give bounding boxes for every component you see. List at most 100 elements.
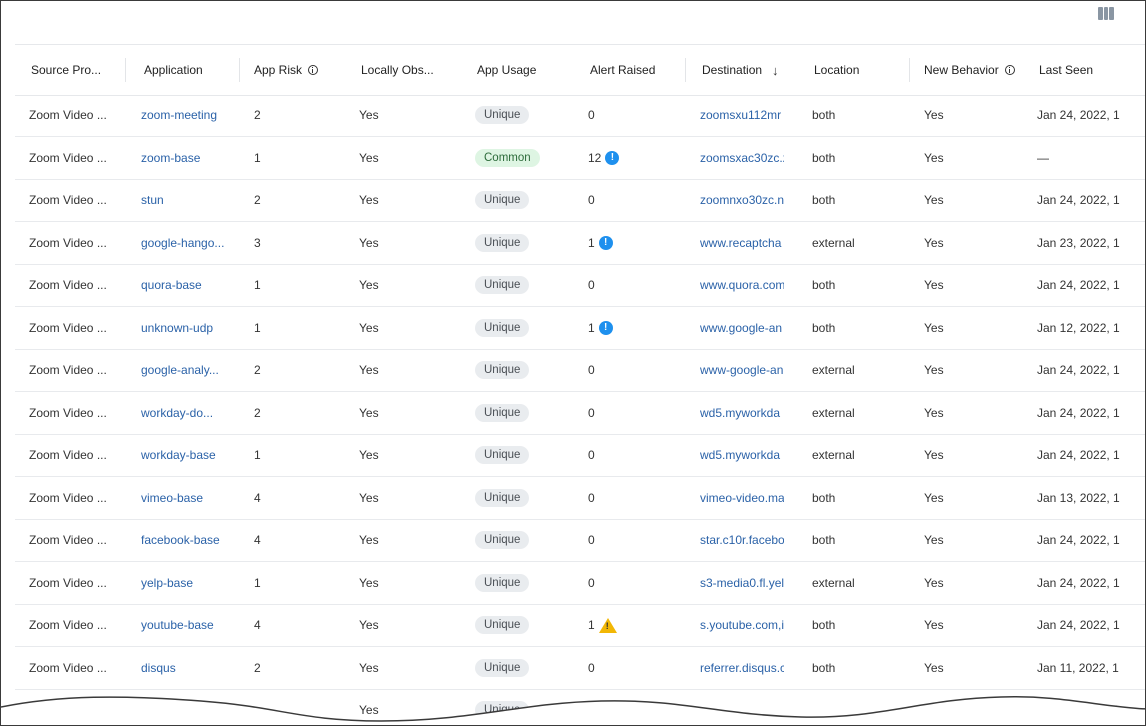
last-seen-cell: Jan 24, 2022, 1 — [1037, 405, 1120, 420]
usage-badge: Unique — [475, 191, 530, 209]
columns-icon[interactable] — [1098, 7, 1115, 20]
destination-link[interactable]: www.recaptcha — [700, 222, 784, 264]
source-process-cell: Zoom Video ... — [29, 108, 107, 122]
application-link[interactable]: stun — [141, 179, 231, 221]
destination-link[interactable]: www-google-an — [700, 349, 784, 391]
table-row[interactable]: Zoom Video ... youtube-base 4 Yes Unique 1 s.y… — [15, 604, 1145, 647]
alert-raised-cell: 0 — [588, 405, 595, 420]
destination-link[interactable]: zoomnxo30zc.n — [700, 179, 784, 221]
table-row[interactable]: Zoom Video ... vimeo-base 4 Yes Unique 0 vimeo… — [15, 477, 1145, 520]
destination-link[interactable]: www.quora.com — [700, 264, 784, 306]
app-risk-cell: 4 — [254, 490, 261, 505]
table-row[interactable]: Zoom Video ... workday-do... 2 Yes Unique 0 wd… — [15, 392, 1145, 435]
header-last-seen[interactable]: Last Seen — [1039, 45, 1093, 95]
exclamation-circle-icon[interactable]: ! — [605, 150, 620, 165]
location-cell: external — [812, 363, 855, 377]
header-app-usage[interactable]: App Usage — [477, 45, 536, 95]
new-behavior-cell: Yes — [924, 278, 944, 292]
location-cell: external — [812, 235, 855, 250]
app-usage-cell: Unique — [475, 349, 565, 391]
locally-observed-cell: Yes — [359, 278, 379, 292]
application-link[interactable]: google-hango... — [141, 222, 231, 264]
exclamation-circle-icon[interactable]: ! — [598, 320, 613, 335]
application-link[interactable]: workday-do... — [141, 392, 231, 434]
destination-link[interactable]: www.google-an — [700, 307, 784, 349]
application-link[interactable]: disqus — [141, 647, 231, 689]
table-row[interactable]: Zoom Video ... workday-base 1 Yes Unique 0 wd5… — [15, 434, 1145, 477]
destination-link[interactable]: star.c10r.facebo — [700, 519, 784, 561]
destination-link[interactable]: referrer.disqus.c — [700, 647, 784, 689]
exclamation-circle-icon[interactable]: ! — [598, 235, 613, 250]
source-process-cell: Zoom Video ... — [29, 235, 107, 250]
last-seen-cell: — — [1037, 150, 1049, 165]
info-icon[interactable] — [308, 65, 319, 75]
new-behavior-cell: Yes — [924, 660, 944, 675]
table-row[interactable]: Zoom Video ... yelp-base 1 Yes Unique 0 s3-med… — [15, 562, 1145, 605]
new-behavior-cell: Yes — [924, 618, 944, 632]
header-app-risk[interactable]: App Risk — [254, 45, 319, 95]
new-behavior-cell: Yes — [924, 405, 944, 420]
application-link[interactable]: unknown-udp — [141, 307, 231, 349]
new-behavior-cell: Yes — [924, 448, 944, 462]
destination-link[interactable]: s3-media0.fl.yel — [700, 562, 784, 604]
table-row[interactable]: Zoom Video ... zoom-meeting 2 Yes Unique 0 zoo… — [15, 94, 1145, 137]
table-row[interactable]: Zoom Video ... zoom-base 1 Yes Common 12! zoom… — [15, 137, 1145, 180]
application-link[interactable]: workday-base — [141, 434, 231, 476]
application-link[interactable]: zoom-meeting — [141, 94, 231, 136]
header-alert-raised[interactable]: Alert Raised — [590, 45, 655, 95]
table-row[interactable]: Zoom Video ... stun 2 Yes Unique 0 zoomnxo30zc… — [15, 179, 1145, 222]
header-locally-observed[interactable]: Locally Obs... — [361, 45, 434, 95]
app-risk-cell: 1 — [254, 278, 261, 292]
new-behavior-cell: Yes — [924, 490, 944, 505]
last-seen-cell: Jan 24, 2022, 1 — [1037, 575, 1120, 590]
last-seen-cell: Jan 24, 2022, 1 — [1037, 278, 1120, 292]
table-row[interactable]: Zoom Video ... google-analy... 2 Yes Unique 0… — [15, 349, 1145, 392]
destination-link[interactable]: wd5.myworkda — [700, 434, 784, 476]
app-usage-cell: Unique — [475, 392, 565, 434]
application-link[interactable]: google-analy... — [141, 349, 231, 391]
last-seen-cell: Jan 24, 2022, 1 — [1037, 193, 1120, 207]
locally-observed-cell: Yes — [359, 448, 379, 462]
destination-link[interactable]: s.youtube.com,i — [700, 604, 784, 646]
arrow-down-icon[interactable]: ↓ — [772, 63, 779, 78]
destination-link[interactable]: zoomsxac30zc.z — [700, 137, 784, 179]
header-destination[interactable]: Destination ↓ — [702, 45, 779, 95]
source-process-cell: Zoom Video ... — [29, 575, 107, 590]
table-row[interactable]: Zoom Video ... facebook-base 4 Yes Unique 0 st… — [15, 519, 1145, 562]
location-cell: both — [812, 320, 836, 335]
source-process-cell: Zoom Video ... — [29, 448, 107, 462]
destination-link[interactable]: wd5.myworkda — [700, 392, 784, 434]
app-risk-cell: 2 — [254, 193, 261, 207]
application-link[interactable]: quora-base — [141, 264, 231, 306]
header-new-behavior[interactable]: New Behavior — [924, 45, 1015, 95]
last-seen-cell: Jan 13, 2022, 1 — [1037, 490, 1120, 505]
header-application[interactable]: Application — [144, 45, 203, 95]
new-behavior-cell: Yes — [924, 363, 944, 377]
locally-observed-cell: Yes — [359, 660, 379, 675]
application-link[interactable]: vimeo-base — [141, 477, 231, 519]
header-location[interactable]: Location — [814, 45, 859, 95]
header-source-process[interactable]: Source Pro... — [31, 45, 101, 95]
table-row[interactable]: Zoom Video ... disqus 2 Yes Unique 0 referrer.… — [15, 647, 1145, 690]
destination-link[interactable]: vimeo-video.ma — [700, 477, 784, 519]
table-row[interactable]: Zoom Video ... google-hango... 3 Yes Unique 1… — [15, 222, 1145, 265]
warning-triangle-icon[interactable] — [598, 617, 617, 633]
alert-raised-cell: 0 — [588, 193, 595, 207]
destination-link[interactable]: zoomsxu112mr — [700, 94, 784, 136]
table-row[interactable]: Zoom Video ... quora-base 1 Yes Unique 0 www.q… — [15, 264, 1145, 307]
new-behavior-cell: Yes — [924, 235, 944, 250]
source-process-cell: Zoom Video ... — [29, 363, 107, 377]
application-link[interactable]: zoom-base — [141, 137, 231, 179]
table-row[interactable]: Zoom Video ... unknown-udp 1 Yes Unique 1! www… — [15, 307, 1145, 350]
application-link[interactable]: facebook-base — [141, 519, 231, 561]
locally-observed-cell: Yes — [359, 490, 379, 505]
application-link[interactable]: yelp-base — [141, 562, 231, 604]
info-icon[interactable] — [1004, 65, 1015, 75]
application-link[interactable]: youtube-base — [141, 604, 231, 646]
new-behavior-cell: Yes — [924, 575, 944, 590]
app-usage-cell: Unique — [475, 647, 565, 689]
app-risk-cell: 2 — [254, 405, 261, 420]
usage-badge: Unique — [475, 233, 530, 252]
last-seen-cell: Jan 24, 2022, 1 — [1037, 108, 1120, 122]
app-risk-cell: 1 — [254, 575, 261, 590]
